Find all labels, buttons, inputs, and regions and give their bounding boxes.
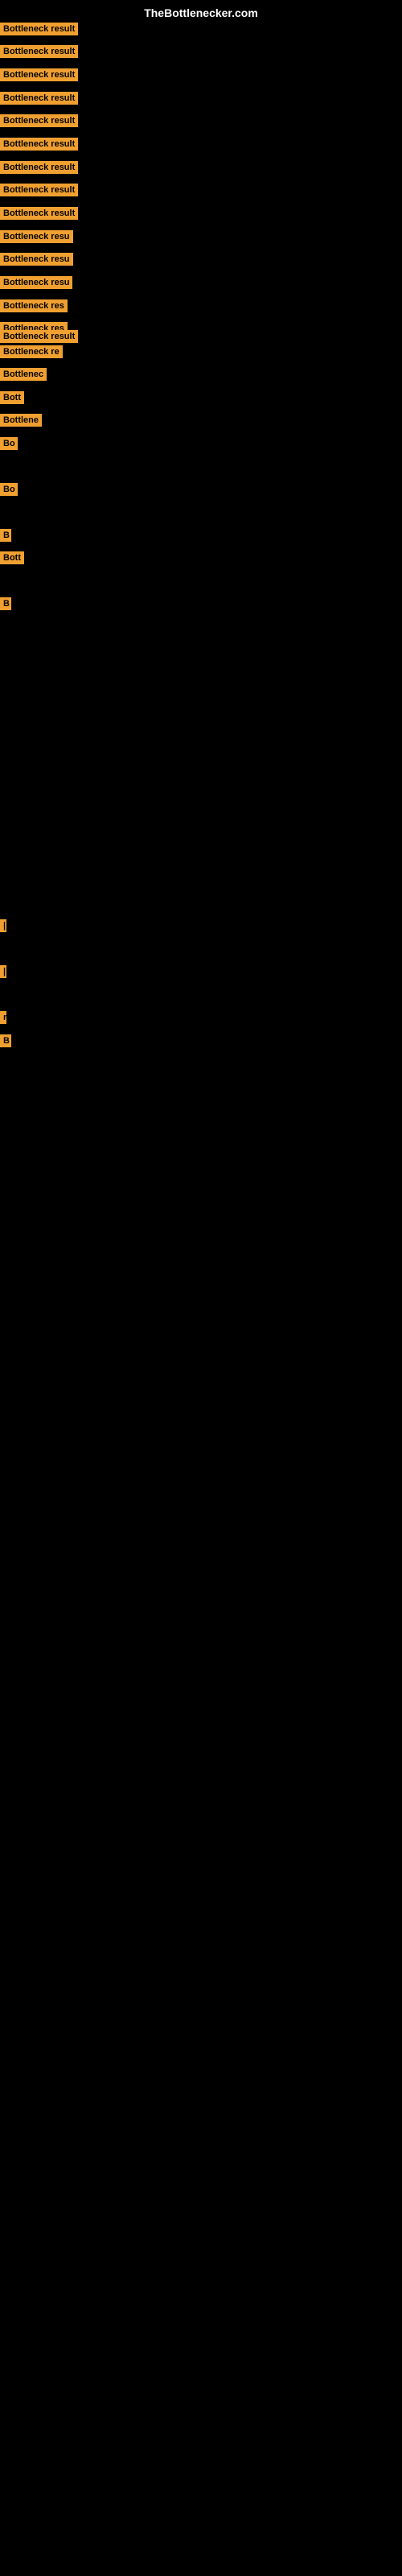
- bottleneck-result-item-11[interactable]: Bottleneck resu: [0, 253, 73, 270]
- bottleneck-label-1: Bottleneck result: [0, 23, 78, 35]
- bottleneck-result-item-7[interactable]: Bottleneck result: [0, 161, 78, 178]
- bottleneck-result-item-18[interactable]: Bott: [0, 391, 24, 408]
- bottleneck-result-item-17[interactable]: Bottlenec: [0, 368, 47, 385]
- bottleneck-label-4: Bottleneck result: [0, 92, 78, 105]
- bottleneck-result-item-1[interactable]: Bottleneck result: [0, 23, 78, 39]
- bottleneck-label-9: Bottleneck result: [0, 207, 78, 220]
- bottleneck-label-10: Bottleneck resu: [0, 230, 73, 243]
- bottleneck-label-25: |: [0, 919, 6, 932]
- bottleneck-label-27: r: [0, 1011, 6, 1024]
- bottleneck-result-item-9[interactable]: Bottleneck result: [0, 207, 78, 224]
- bottleneck-result-item-28[interactable]: B: [0, 1034, 11, 1051]
- bottleneck-label-12: Bottleneck resu: [0, 276, 72, 289]
- bottleneck-result-item-3[interactable]: Bottleneck result: [0, 68, 78, 85]
- bottleneck-label-5: Bottleneck result: [0, 114, 78, 127]
- bottleneck-result-item-10[interactable]: Bottleneck resu: [0, 230, 73, 247]
- bottleneck-label-2: Bottleneck result: [0, 45, 78, 58]
- bottleneck-result-item-24[interactable]: B: [0, 597, 11, 614]
- bottleneck-label-18: Bott: [0, 391, 24, 404]
- bottleneck-label-13: Bottleneck res: [0, 299, 68, 312]
- bottleneck-result-item-8[interactable]: Bottleneck result: [0, 184, 78, 200]
- bottleneck-label-6: Bottleneck result: [0, 138, 78, 151]
- bottleneck-label-22: B: [0, 529, 11, 542]
- bottleneck-label-24: B: [0, 597, 11, 610]
- bottleneck-result-item-15[interactable]: Bottleneck result: [0, 330, 78, 347]
- bottleneck-result-item-26[interactable]: |: [0, 965, 6, 982]
- bottleneck-result-item-25[interactable]: |: [0, 919, 6, 936]
- bottleneck-label-3: Bottleneck result: [0, 68, 78, 81]
- bottleneck-label-26: |: [0, 965, 6, 978]
- bottleneck-result-item-5[interactable]: Bottleneck result: [0, 114, 78, 131]
- bottleneck-label-21: Bo: [0, 483, 18, 496]
- bottleneck-result-item-27[interactable]: r: [0, 1011, 6, 1028]
- bottleneck-label-8: Bottleneck result: [0, 184, 78, 196]
- bottleneck-result-item-19[interactable]: Bottlene: [0, 414, 42, 431]
- bottleneck-label-11: Bottleneck resu: [0, 253, 73, 266]
- site-title: TheBottlenecker.com: [0, 6, 402, 19]
- bottleneck-result-item-13[interactable]: Bottleneck res: [0, 299, 68, 316]
- bottleneck-result-item-23[interactable]: Bott: [0, 551, 24, 568]
- bottleneck-result-item-2[interactable]: Bottleneck result: [0, 45, 78, 62]
- bottleneck-label-17: Bottlenec: [0, 368, 47, 381]
- bottleneck-label-23: Bott: [0, 551, 24, 564]
- bottleneck-result-item-4[interactable]: Bottleneck result: [0, 92, 78, 109]
- bottleneck-result-item-20[interactable]: Bo: [0, 437, 18, 454]
- bottleneck-result-item-6[interactable]: Bottleneck result: [0, 138, 78, 155]
- bottleneck-label-19: Bottlene: [0, 414, 42, 427]
- bottleneck-label-16: Bottleneck re: [0, 345, 63, 358]
- bottleneck-result-item-21[interactable]: Bo: [0, 483, 18, 500]
- bottleneck-result-item-12[interactable]: Bottleneck resu: [0, 276, 72, 293]
- bottleneck-label-7: Bottleneck result: [0, 161, 78, 174]
- bottleneck-label-20: Bo: [0, 437, 18, 450]
- bottleneck-label-15: Bottleneck result: [0, 330, 78, 343]
- bottleneck-result-item-16[interactable]: Bottleneck re: [0, 345, 63, 362]
- bottleneck-result-item-22[interactable]: B: [0, 529, 11, 546]
- bottleneck-label-28: B: [0, 1034, 11, 1047]
